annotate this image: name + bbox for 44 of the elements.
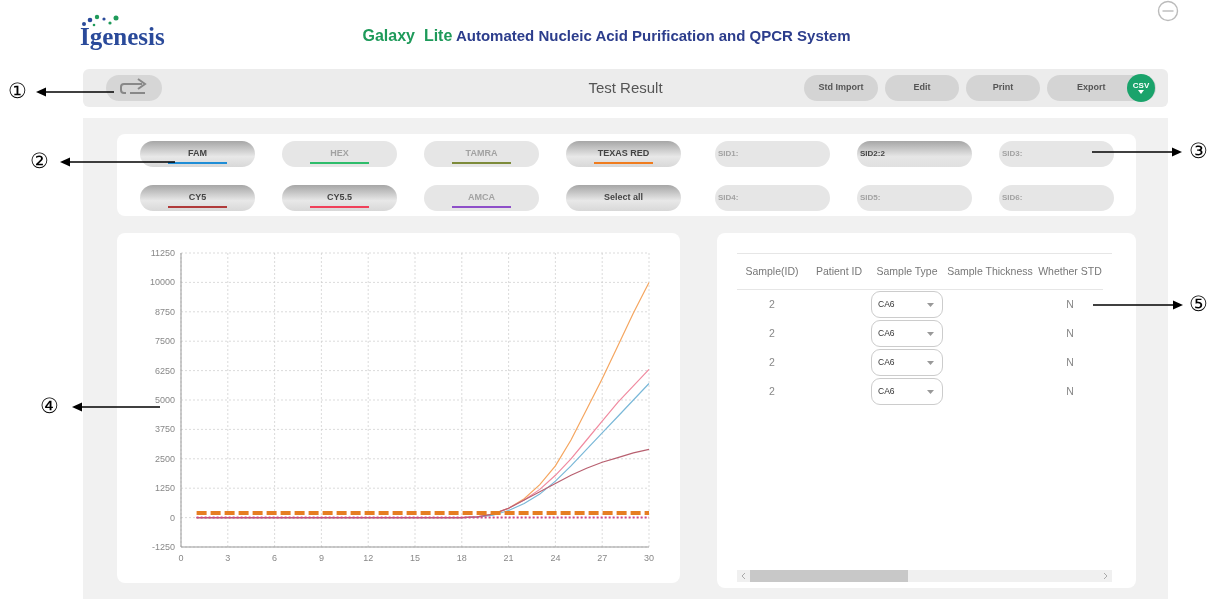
callout-number: ⑤ [1189,294,1208,315]
callout-number: ③ [1189,141,1208,162]
y-tick-label: 10000 [149,277,175,288]
x-tick-label: 21 [503,553,514,563]
x-tick-label: 12 [363,553,374,563]
table-cell-text: N [1065,354,1075,370]
y-tick-label: 7500 [154,336,175,347]
y-tick-label: -1250 [151,542,175,552]
callout-number: ① [8,81,27,102]
x-tick-label: 0 [178,553,184,563]
csv-badge: CSV [1127,74,1155,102]
table-cell-text: N [1065,296,1075,312]
logo-text: Igenesis [80,23,165,49]
column-header: Sample Thickness [943,254,1037,290]
app-title: Galaxy Lite Automated Nucleic Acid Purification and QPCR System [362,26,851,46]
x-tick-label: 24 [550,553,561,563]
x-tick-label: 3 [225,553,231,563]
column-header: Sample Type [871,254,943,290]
table-cell-text: N [1065,383,1075,399]
y-tick-label: 8750 [154,306,175,317]
callout-number: ④ [40,396,59,417]
y-tick-label: 5000 [154,395,175,405]
y-tick-label: 6250 [154,365,175,376]
table-cell-text: 2 [768,383,776,399]
table-cell-text: 2 [768,325,776,341]
table-cell-text: N [1065,325,1075,341]
column-header: Sample(ID) [737,254,807,290]
y-tick-label: 1250 [154,483,175,494]
y-tick-label: 0 [170,512,175,523]
x-tick-label: 9 [318,553,324,563]
x-tick-label: 27 [597,553,608,563]
y-tick-label: 2500 [154,453,175,464]
table-cell-text: 2 [768,354,776,370]
x-tick-label: 6 [272,553,278,563]
page-title: Test Result [588,77,663,98]
x-tick-label: 18 [456,553,467,563]
table-cell-text: 2 [768,296,776,312]
column-header: Patient ID [807,254,871,290]
y-tick-label: 11250 [150,248,175,258]
callout-number: ② [30,151,49,172]
x-tick-label: 15 [410,553,420,563]
y-tick-label: 3750 [154,424,175,435]
column-header: Whether STD [1037,254,1103,290]
x-tick-label: 30 [644,553,654,563]
